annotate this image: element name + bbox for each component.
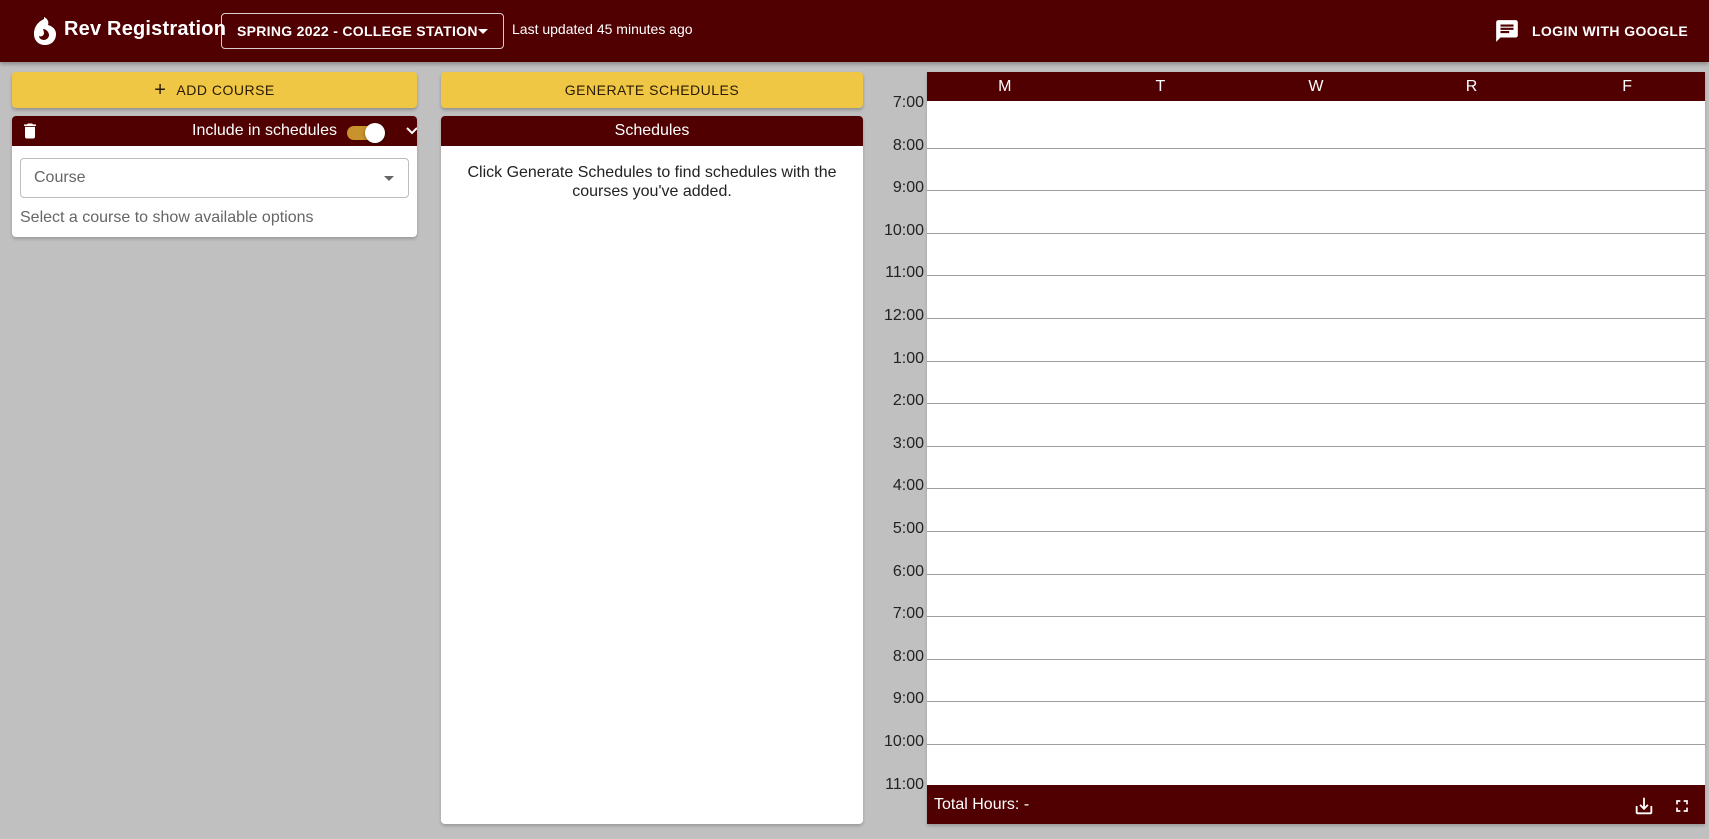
course-select[interactable]: Course (20, 158, 409, 198)
time-label: 2:00 (892, 392, 924, 410)
hour-line (927, 658, 1705, 660)
term-select[interactable]: SPRING 2022 - COLLEGE STATION (221, 13, 504, 49)
time-label: 12:00 (883, 307, 924, 324)
include-in-schedules-toggle[interactable] (344, 123, 385, 143)
hour-line (927, 147, 1705, 149)
time-label: 11:00 (885, 264, 924, 282)
hour-line (927, 616, 1705, 618)
schedules-empty-message: Click Generate Schedules to find schedul… (467, 164, 837, 200)
hour-line (927, 531, 1705, 532)
calendar-time-labels: 7:00 8:00 9:00 10:00 11:00 12:00 1:00 2:00 3:00 4… (870, 0, 924, 839)
hour-line (927, 701, 1705, 703)
time-label: 7:00 (892, 94, 924, 111)
add-course-button[interactable]: + ADD COURSE (12, 72, 417, 108)
total-hours-text: Total Hours: - (934, 796, 1030, 813)
calendar-day-header: MTWRF (927, 72, 1705, 101)
course-hint-text: Select a course to show available option… (20, 209, 314, 226)
day-header: W (1308, 77, 1324, 95)
time-label: 8:00 (892, 647, 924, 665)
app-title: Rev Registration (64, 18, 227, 40)
chevron-down-icon[interactable] (404, 123, 417, 139)
time-label: 3:00 (892, 434, 924, 452)
login-with-google-button[interactable]: LOGIN WITH GOOGLE (1530, 13, 1690, 49)
course-select-placeholder: Course (34, 169, 86, 186)
plus-icon: + (154, 79, 167, 101)
reveille-logo-icon (34, 17, 56, 45)
time-label: 9:00 (892, 690, 924, 708)
time-label: 8:00 (892, 136, 924, 154)
hour-line (927, 573, 1705, 575)
caret-down-icon (478, 29, 488, 34)
hour-line (927, 403, 1705, 405)
hour-line (927, 360, 1705, 362)
time-label: 6:00 (892, 562, 924, 580)
time-label: 1:00 (892, 349, 924, 367)
caret-down-icon (384, 176, 394, 181)
day-header: M (998, 77, 1012, 95)
hour-line (927, 488, 1705, 490)
trash-icon[interactable] (20, 121, 40, 141)
day-header: T (1155, 77, 1166, 95)
last-updated-text: Last updated 45 minutes ago (512, 21, 693, 37)
hour-line (927, 744, 1705, 745)
hour-line (927, 445, 1705, 447)
fullscreen-icon[interactable] (1672, 796, 1692, 816)
time-label: 10:00 (883, 733, 924, 750)
schedules-panel: Schedules Click Generate Schedules to fi… (441, 116, 863, 824)
time-label: 4:00 (892, 477, 924, 495)
day-header: R (1465, 77, 1478, 95)
download-icon[interactable] (1633, 795, 1655, 817)
add-course-label: ADD COURSE (176, 82, 275, 98)
generate-schedules-button[interactable]: GENERATE SCHEDULES (441, 72, 863, 108)
course-card: Include in schedules Course Select a cou… (12, 116, 417, 237)
app-header: Rev Registration SPRING 2022 - COLLEGE S… (0, 0, 1709, 62)
hour-line (927, 275, 1705, 277)
calendar: M T W R F Total Hours: - (927, 72, 1705, 824)
course-card-header: Include in schedules (12, 116, 417, 146)
include-in-schedules-label: Include in schedules (192, 122, 337, 139)
feedback-icon[interactable] (1494, 18, 1520, 44)
schedules-panel-title: Schedules (441, 116, 863, 146)
time-label: 11:00 (885, 775, 924, 793)
calendar-footer: Total Hours: - (927, 785, 1705, 824)
hour-line (927, 232, 1705, 234)
time-label: 10:00 (883, 221, 924, 239)
hour-line (927, 318, 1705, 319)
term-select-value: SPRING 2022 - COLLEGE STATION (237, 23, 478, 39)
toggle-knob (365, 123, 385, 143)
time-label: 5:00 (892, 520, 924, 537)
day-header: F (1622, 77, 1633, 95)
hour-line (927, 190, 1705, 192)
time-label: 7:00 (892, 605, 924, 623)
time-label: 9:00 (892, 179, 924, 197)
